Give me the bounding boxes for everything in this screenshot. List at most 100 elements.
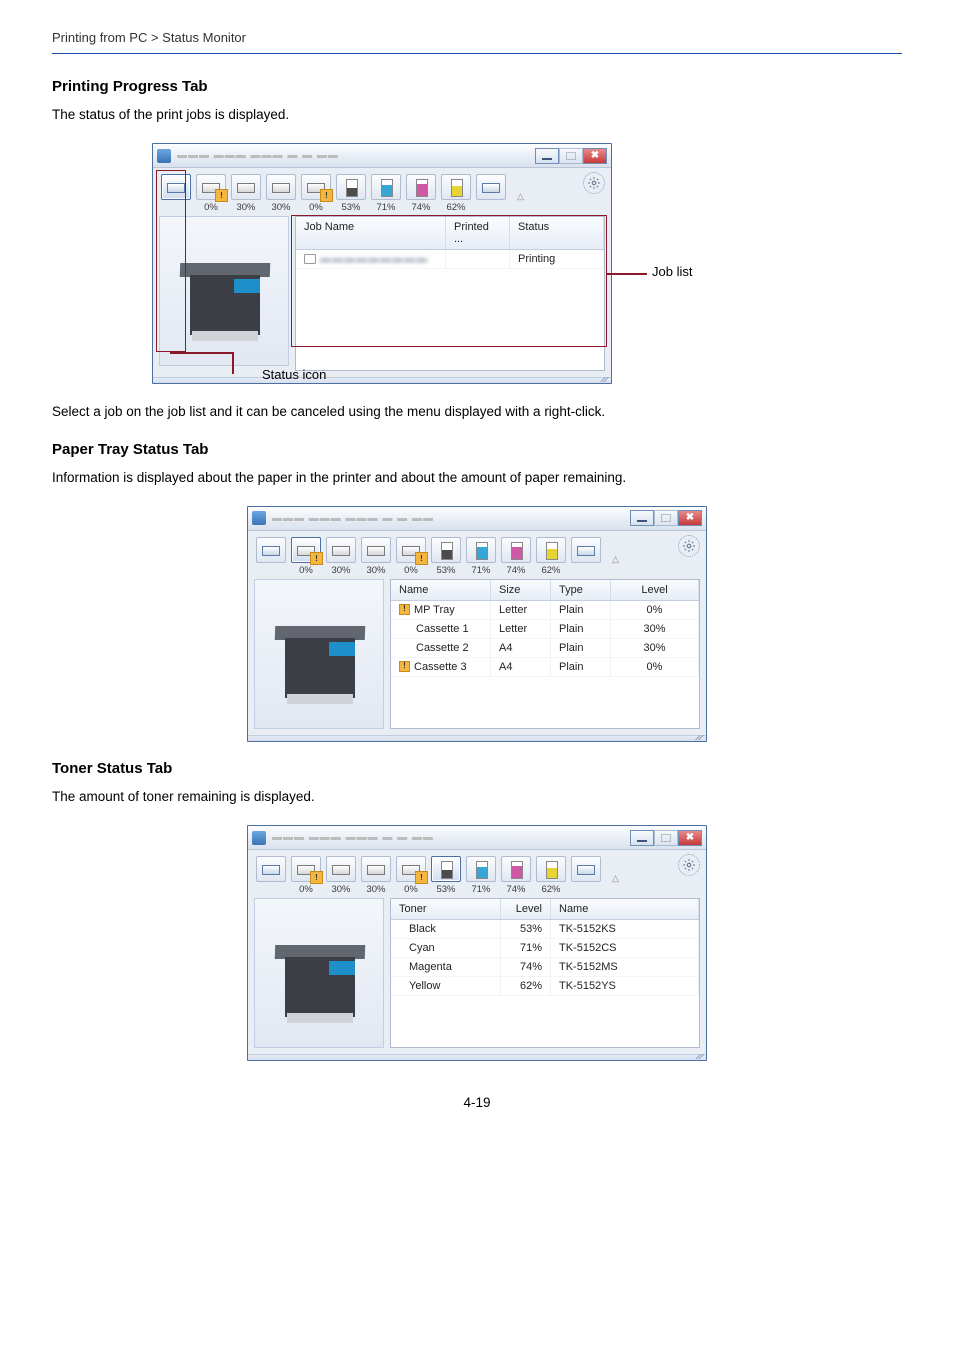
table-row[interactable]: Magenta74%TK-5152MS xyxy=(391,958,699,977)
tab-alert[interactable] xyxy=(569,537,603,577)
settings-button[interactable] xyxy=(678,854,700,876)
titlebar: ▬▬▬ ▬▬▬ ▬▬▬ ▬ ▬ ▬▬ xyxy=(248,507,706,531)
tab-toner-k[interactable]: 53% xyxy=(429,537,463,577)
minimize-button[interactable] xyxy=(630,830,654,846)
tab-paper-c2[interactable]: 30% xyxy=(264,174,298,214)
app-icon xyxy=(252,831,266,845)
maximize-button[interactable] xyxy=(559,148,583,164)
col-size[interactable]: Size xyxy=(491,580,551,600)
tab-toner-m[interactable]: 74% xyxy=(499,856,533,896)
tab-progress[interactable] xyxy=(159,174,193,214)
status-window: ▬▬▬ ▬▬▬ ▬▬▬ ▬ ▬ ▬▬ 0% 30% 30% 0% 53% 71%… xyxy=(247,506,707,742)
callout-line xyxy=(232,352,234,374)
printer-image xyxy=(159,216,289,366)
tab-progress[interactable] xyxy=(254,856,288,896)
resize-grip[interactable] xyxy=(248,735,706,741)
col-level[interactable]: Level xyxy=(501,899,551,919)
collapse-icon[interactable]: △ xyxy=(517,191,524,214)
close-button[interactable] xyxy=(678,510,702,526)
maximize-button[interactable] xyxy=(654,510,678,526)
table-row[interactable]: Cassette 1LetterPlain30% xyxy=(391,620,699,639)
tab-paper-c1[interactable]: 30% xyxy=(324,856,358,896)
toolbar: 0% 30% 30% 0% 53% 71% 74% 62% △ xyxy=(248,531,706,579)
col-name[interactable]: Name xyxy=(391,580,491,600)
figure-paper: ▬▬▬ ▬▬▬ ▬▬▬ ▬ ▬ ▬▬ 0% 30% 30% 0% 53% 71%… xyxy=(52,506,902,742)
warning-icon xyxy=(399,604,410,615)
window-title: ▬▬▬ ▬▬▬ ▬▬▬ ▬ ▬ ▬▬ xyxy=(177,150,535,161)
tab-paper-mp[interactable]: 0% xyxy=(289,537,323,577)
tab-progress[interactable] xyxy=(254,537,288,577)
col-level[interactable]: Level xyxy=(611,580,699,600)
toner-table[interactable]: Toner Level Name Black53%TK-5152KSCyan71… xyxy=(390,898,700,1048)
minimize-button[interactable] xyxy=(630,510,654,526)
titlebar: ▬▬▬ ▬▬▬ ▬▬▬ ▬ ▬ ▬▬ xyxy=(153,144,611,168)
settings-button[interactable] xyxy=(583,172,605,194)
table-row[interactable]: Black53%TK-5152KS xyxy=(391,920,699,939)
tab-alert[interactable] xyxy=(474,174,508,214)
tab-toner-m[interactable]: 74% xyxy=(499,537,533,577)
resize-grip[interactable] xyxy=(248,1054,706,1060)
callout-line xyxy=(170,352,232,354)
tab-toner-y[interactable]: 62% xyxy=(534,856,568,896)
figure-progress: ▬▬▬ ▬▬▬ ▬▬▬ ▬ ▬ ▬▬ 0% 30% 30% 0% 53% 71%… xyxy=(152,143,902,384)
figure-toner: ▬▬▬ ▬▬▬ ▬▬▬ ▬ ▬ ▬▬ 0% 30% 30% 0% 53% 71%… xyxy=(52,825,902,1061)
tab-alert[interactable] xyxy=(569,856,603,896)
printer-image xyxy=(254,898,384,1048)
col-printed[interactable]: Printed ... xyxy=(446,217,510,249)
table-row[interactable]: ▬▬▬▬▬▬▬▬▬ Printing xyxy=(296,250,604,269)
document-icon xyxy=(304,254,316,264)
tab-paper-mp[interactable]: 0% xyxy=(289,856,323,896)
tab-toner-m[interactable]: 74% xyxy=(404,174,438,214)
job-list-table[interactable]: Job Name Printed ... Status ▬▬▬▬▬▬▬▬▬ Pr… xyxy=(295,216,605,371)
tab-paper-c2[interactable]: 30% xyxy=(359,537,393,577)
desc-progress-after: Select a job on the job list and it can … xyxy=(52,402,902,422)
titlebar: ▬▬▬ ▬▬▬ ▬▬▬ ▬ ▬ ▬▬ xyxy=(248,826,706,850)
tab-paper-c2[interactable]: 30% xyxy=(359,856,393,896)
close-button[interactable] xyxy=(678,830,702,846)
window-title: ▬▬▬ ▬▬▬ ▬▬▬ ▬ ▬ ▬▬ xyxy=(272,832,630,843)
col-tname[interactable]: Name xyxy=(551,899,699,919)
tab-paper-c3[interactable]: 0% xyxy=(394,537,428,577)
tab-toner-c[interactable]: 71% xyxy=(464,856,498,896)
window-title: ▬▬▬ ▬▬▬ ▬▬▬ ▬ ▬ ▬▬ xyxy=(272,513,630,524)
settings-button[interactable] xyxy=(678,535,700,557)
status-window: ▬▬▬ ▬▬▬ ▬▬▬ ▬ ▬ ▬▬ 0% 30% 30% 0% 53% 71%… xyxy=(247,825,707,1061)
minimize-button[interactable] xyxy=(535,148,559,164)
tab-toner-y[interactable]: 62% xyxy=(534,537,568,577)
table-row[interactable]: Yellow62%TK-5152YS xyxy=(391,977,699,996)
callout-line xyxy=(607,273,647,275)
tab-paper-c1[interactable]: 30% xyxy=(229,174,263,214)
tab-paper-c3[interactable]: 0% xyxy=(299,174,333,214)
table-row[interactable]: Cassette 2A4Plain30% xyxy=(391,639,699,658)
col-type[interactable]: Type xyxy=(551,580,611,600)
tab-toner-k[interactable]: 53% xyxy=(334,174,368,214)
tab-paper-c1[interactable]: 30% xyxy=(324,537,358,577)
desc-progress: The status of the print jobs is displaye… xyxy=(52,105,902,125)
col-jobname[interactable]: Job Name xyxy=(296,217,446,249)
paper-tray-table[interactable]: Name Size Type Level MP TrayLetterPlain0… xyxy=(390,579,700,729)
app-icon xyxy=(157,149,171,163)
desc-paper: Information is displayed about the paper… xyxy=(52,468,902,488)
resize-grip[interactable] xyxy=(153,377,611,383)
col-toner[interactable]: Toner xyxy=(391,899,501,919)
collapse-icon[interactable]: △ xyxy=(612,873,619,896)
table-row[interactable]: Cyan71%TK-5152CS xyxy=(391,939,699,958)
close-button[interactable] xyxy=(583,148,607,164)
printer-image xyxy=(254,579,384,729)
table-row[interactable]: Cassette 3A4Plain0% xyxy=(391,658,699,677)
heading-paper: Paper Tray Status Tab xyxy=(52,441,902,458)
collapse-icon[interactable]: △ xyxy=(612,554,619,577)
tab-paper-mp[interactable]: 0% xyxy=(194,174,228,214)
table-row[interactable]: MP TrayLetterPlain0% xyxy=(391,601,699,620)
warning-icon xyxy=(399,661,410,672)
maximize-button[interactable] xyxy=(654,830,678,846)
tab-toner-c[interactable]: 71% xyxy=(369,174,403,214)
tab-toner-y[interactable]: 62% xyxy=(439,174,473,214)
status-window: ▬▬▬ ▬▬▬ ▬▬▬ ▬ ▬ ▬▬ 0% 30% 30% 0% 53% 71%… xyxy=(152,143,612,384)
heading-progress: Printing Progress Tab xyxy=(52,78,902,95)
tab-toner-k[interactable]: 53% xyxy=(429,856,463,896)
col-status[interactable]: Status xyxy=(510,217,604,249)
tab-paper-c3[interactable]: 0% xyxy=(394,856,428,896)
tab-toner-c[interactable]: 71% xyxy=(464,537,498,577)
app-icon xyxy=(252,511,266,525)
